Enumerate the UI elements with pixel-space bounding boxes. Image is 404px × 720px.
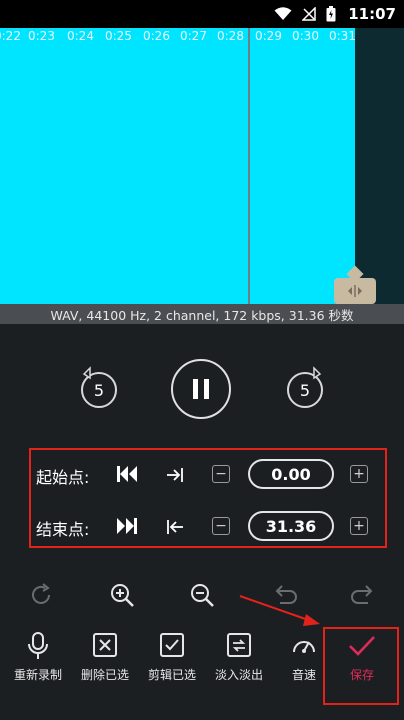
status-time: 11:07 [348,5,396,23]
set-end-icon[interactable] [166,519,184,535]
fade-button[interactable]: 淡入淡出 [207,632,271,702]
rewind-arrow-icon [82,366,91,380]
time-tick: 0:26 [143,29,170,43]
start-value-field[interactable]: 0.00 [248,459,334,489]
waveform-selection[interactable] [0,28,355,304]
time-tick: 0:28 [217,29,244,43]
wifi-icon [274,7,292,20]
plus-icon: + [353,466,365,482]
start-increase-button[interactable]: + [350,465,368,483]
set-start-icon[interactable] [166,467,184,483]
time-tick: 0:22 [0,29,21,43]
trim-selected-label: 剪辑已选 [147,668,196,682]
end-increase-button[interactable]: + [350,517,368,535]
end-point-label: 结束点: [36,520,90,539]
refresh-icon[interactable] [28,582,54,608]
waveform-area[interactable]: 0:22 0:23 0:24 0:25 0:26 0:27 0:28 0:29 … [0,28,404,304]
forward-label: 5 [299,380,311,400]
trim-selected-button[interactable]: 剪辑已选 [140,632,204,702]
drag-handle-icon [348,285,362,297]
start-decrease-button[interactable]: − [212,465,230,483]
audio-info-bar: WAV, 44100 Hz, 2 channel, 172 kbps, 31.3… [0,304,404,324]
fade-icon [227,633,251,657]
check-box-icon [160,633,184,657]
fade-label: 淡入淡出 [214,668,263,682]
rewind-label: 5 [93,380,105,400]
checkmark-icon [349,636,375,656]
start-point-label: 起始点: [36,468,90,487]
pause-icon [190,379,212,399]
microphone-icon [28,632,48,659]
annotation-arrow-icon [239,595,320,626]
time-tick: 0:31 [329,29,356,43]
re-record-label: 重新录制 [13,668,62,682]
time-ruler: 0:22 0:23 0:24 0:25 0:26 0:27 0:28 0:29 … [0,28,404,46]
minus-icon: − [215,466,227,482]
volume-label: 音速 [291,668,316,682]
time-tick: 0:23 [28,29,55,43]
playback-cursor[interactable] [248,28,250,304]
delete-selected-label: 删除已选 [80,668,129,682]
redo-icon[interactable] [350,583,378,607]
time-tick: 0:29 [255,29,282,43]
pause-button[interactable] [171,359,231,419]
time-tick: 0:24 [67,29,94,43]
end-decrease-button[interactable]: − [212,517,230,535]
jump-to-start-icon[interactable] [116,465,138,483]
zoom-in-icon[interactable] [108,581,136,609]
plus-icon: + [353,518,365,534]
time-tick: 0:25 [105,29,132,43]
no-signal-icon [302,7,316,21]
battery-icon [326,6,336,22]
end-value-field[interactable]: 31.36 [248,511,334,541]
time-tick: 0:30 [292,29,319,43]
save-label: 保存 [349,668,374,682]
speedometer-icon [293,641,315,653]
re-record-button[interactable]: 重新录制 [6,632,70,702]
time-tick: 0:27 [180,29,207,43]
save-button[interactable]: 保存 [330,632,394,702]
zoom-out-icon[interactable] [188,581,216,609]
delete-selected-button[interactable]: 删除已选 [73,632,137,702]
delete-box-icon [93,633,117,657]
forward-arrow-icon [313,366,322,380]
minus-icon: − [215,518,227,534]
end-marker-handle[interactable] [334,278,376,304]
status-bar: 11:07 [0,0,404,28]
jump-to-end-icon[interactable] [116,517,138,535]
